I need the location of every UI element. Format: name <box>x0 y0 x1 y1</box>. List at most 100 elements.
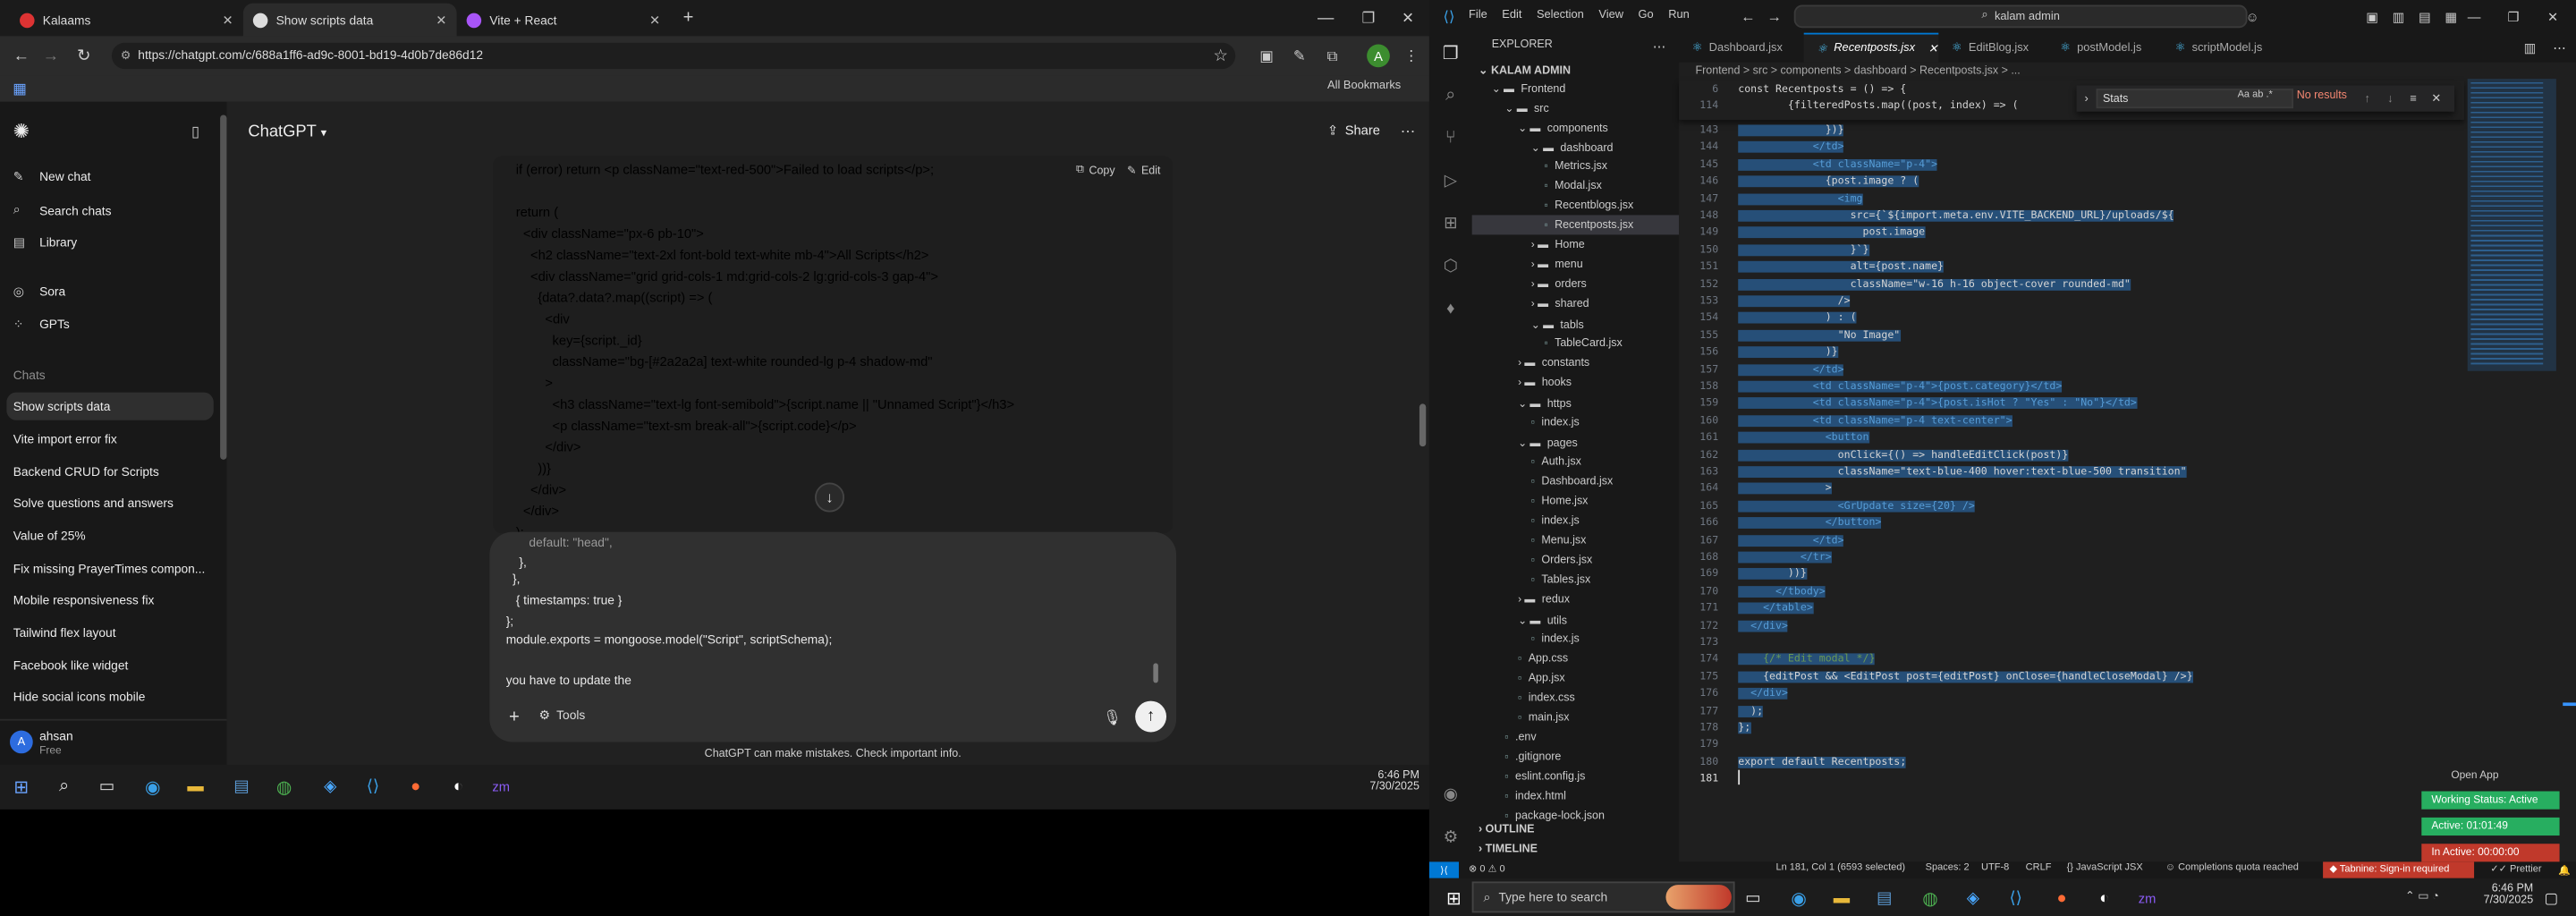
site-info-icon[interactable]: ⚙ <box>118 47 133 63</box>
sticky-line[interactable]: {filteredPosts.map((post, index) => ( <box>1738 100 2019 112</box>
problems-indicator[interactable]: ⊗ 0 ⚠ 0 <box>1469 863 1505 875</box>
apps-grid-icon[interactable]: ▦ <box>10 79 30 98</box>
tree-item[interactable]: ⌄ ▬ pages <box>1518 437 1578 450</box>
system-tray-icons[interactable]: ⌃ ▭ ◔ <box>2405 890 2439 903</box>
toggle-sidebar-icon[interactable]: ▥ <box>2389 6 2409 26</box>
sidebar-scrollbar[interactable] <box>220 114 227 460</box>
tree-item[interactable]: › ▬ Home <box>1531 240 1585 251</box>
tree-item[interactable]: ▫ index.js <box>1531 515 1580 527</box>
chat-item[interactable]: Solve questions and answers <box>13 496 214 511</box>
explorer-more-icon[interactable]: ⋯ <box>1649 36 1669 55</box>
chrome-icon[interactable]: ◍ <box>273 775 296 798</box>
tree-item[interactable]: ▫ .gitignore <box>1504 751 1561 763</box>
forward-icon[interactable]: → <box>39 45 63 68</box>
code-line[interactable]: </tbody> <box>1738 585 1826 598</box>
run-debug-icon[interactable]: ▷ <box>1437 167 1463 193</box>
vscode-icon[interactable]: ⟨⟩ <box>361 775 385 798</box>
code-line[interactable]: <td className="p-4">{post.category}</td> <box>1738 380 2063 393</box>
tree-item[interactable]: ⌄ ▬ tabls <box>1531 318 1584 332</box>
source-control-icon[interactable]: ⑂ <box>1437 124 1463 150</box>
extension-icon[interactable]: ▣ <box>1255 45 1278 68</box>
editor-tab[interactable]: ⚛ EditBlog.jsx <box>1938 33 2046 63</box>
menu-item-run[interactable]: Run <box>1668 10 1690 21</box>
working-status-badge[interactable]: Working Status: Active <box>2421 791 2560 810</box>
next-match-icon[interactable]: ↓ <box>2382 89 2398 108</box>
tree-item[interactable]: ▫ App.css <box>1518 653 1568 665</box>
code-line[interactable]: className="w-16 h-16 object-cover rounde… <box>1738 278 2131 291</box>
code-line[interactable]: <td className="p-4"> <box>1738 158 1938 171</box>
tree-item[interactable]: › ▬ shared <box>1531 299 1589 310</box>
toggle-sidebar-icon[interactable]: ▯ <box>184 120 208 143</box>
notifications-icon[interactable]: 🔔 <box>2556 861 2572 878</box>
tree-item[interactable]: ⌄ ▬ components <box>1518 122 1608 135</box>
tree-item[interactable]: ▫ Orders.jsx <box>1531 555 1592 566</box>
code-line[interactable]: </td> <box>1738 534 1844 547</box>
tree-item[interactable]: ▫ TableCard.jsx <box>1544 338 1622 350</box>
code-line[interactable]: </table> <box>1738 602 1813 615</box>
copilot-icon[interactable]: ☺ <box>2241 6 2264 26</box>
new-chat-item[interactable]: ✎ New chat <box>13 169 91 184</box>
code-line[interactable]: onClick={() => handleEditClick(post)} <box>1738 449 2069 461</box>
chat-item[interactable]: Value of 25% <box>13 529 214 544</box>
puzzle-icon[interactable]: ⧉ <box>1321 45 1344 68</box>
close-tab-icon[interactable]: ✕ <box>1928 42 1938 55</box>
minimize-icon[interactable]: — <box>2464 6 2484 26</box>
remote-icon[interactable]: ⬡ <box>1437 253 1463 279</box>
postman-icon[interactable]: ● <box>2050 886 2073 910</box>
tree-item[interactable]: ▫ Home.jsx <box>1531 496 1589 507</box>
maximize-icon[interactable]: ❐ <box>2504 6 2523 26</box>
prettier-status[interactable]: ✓✓ Prettier <box>2490 863 2541 875</box>
zoom-icon[interactable]: zm <box>2136 886 2159 910</box>
code-editor[interactable]: 143 })} 144 </td> 145 <td className="p-4">… <box>1679 122 2464 794</box>
layout-icon[interactable]: ▣ <box>2362 6 2382 26</box>
tree-item[interactable]: ▫ Recentblogs.jsx <box>1544 200 1633 212</box>
store-icon[interactable]: ▤ <box>1873 886 1896 910</box>
editor-tab[interactable]: ⚛ postModel.js <box>2047 33 2163 63</box>
code-line[interactable]: {/* Edit modal */} <box>1738 654 1876 666</box>
open-app-link[interactable]: Open App <box>2451 770 2498 782</box>
code-line[interactable]: /> <box>1738 295 1851 308</box>
mongodb-leaf-icon[interactable]: ♦ <box>1437 295 1463 321</box>
editor-tab[interactable]: ⚛ Dashboard.jsx <box>1679 33 1804 63</box>
code-line[interactable]: </div> <box>1738 688 1788 700</box>
new-tab-icon[interactable]: + <box>677 6 700 30</box>
file-explorer-icon[interactable]: ▬ <box>1830 886 1853 910</box>
close-tab-icon[interactable]: ✕ <box>222 13 233 28</box>
close-window-icon[interactable]: ✕ <box>1396 6 1419 30</box>
editor-tab[interactable]: ⚛ Recentposts.jsx ✕ <box>1803 32 1939 63</box>
tree-item[interactable]: ▫ Modal.jsx <box>1544 181 1601 192</box>
tools-button[interactable]: ⚙ Tools <box>538 708 585 723</box>
code-line[interactable]: alt={post.name} <box>1738 261 1945 273</box>
postman-icon[interactable]: ● <box>404 775 428 798</box>
tree-item[interactable]: ⌄ ▬ src <box>1504 102 1548 115</box>
chat-item[interactable]: Fix missing PrayerTimes compon... <box>13 562 214 577</box>
share-button[interactable]: ⇪ Share <box>1327 123 1380 139</box>
menu-item-go[interactable]: Go <box>1639 10 1654 21</box>
close-tab-icon[interactable]: ✕ <box>436 13 446 28</box>
menu-item-view[interactable]: View <box>1598 10 1623 21</box>
chat-item[interactable]: Show scripts data <box>13 399 214 414</box>
chrome-icon[interactable]: ◍ <box>1919 886 1942 910</box>
chat-item[interactable]: Vite import error fix <box>13 432 214 447</box>
chat-item[interactable]: Mobile responsiveness fix <box>13 592 214 607</box>
windows-start-icon[interactable]: ⊞ <box>10 775 33 798</box>
code-line[interactable]: <img <box>1738 192 1863 205</box>
split-editor-icon[interactable]: ▥ <box>2520 38 2539 57</box>
account-icon[interactable]: ◉ <box>1437 782 1463 808</box>
search-chats-item[interactable]: ⌕ Search chats <box>13 202 112 218</box>
tab-vite[interactable]: Vite + React ✕ <box>457 4 671 37</box>
nav-forward-icon[interactable]: → <box>1765 6 1784 26</box>
windows-start-icon[interactable]: ⊞ <box>1443 886 1466 910</box>
menu-item-file[interactable]: File <box>1469 10 1487 21</box>
tree-item[interactable]: › ▬ hooks <box>1518 377 1572 389</box>
menu-dots-icon[interactable]: ⋮ <box>1400 45 1423 68</box>
tree-item[interactable]: ▫ Recentposts.jsx <box>1544 220 1633 232</box>
openai-logo-icon[interactable]: ✺ <box>10 120 33 143</box>
code-line[interactable]: className="text-blue-400 hover:text-blue… <box>1738 466 2187 479</box>
code-line[interactable]: {editPost && <EditPost post={editPost} o… <box>1738 671 2193 683</box>
editor-more-icon[interactable]: ⋯ <box>2550 38 2570 57</box>
code-line[interactable]: </td> <box>1738 141 1844 154</box>
editor-tab[interactable]: ⚛ scriptModel.js <box>2162 33 2277 63</box>
line-ending[interactable]: CRLF <box>2026 863 2052 873</box>
code-line[interactable]: {post.image ? ( <box>1738 175 1919 188</box>
